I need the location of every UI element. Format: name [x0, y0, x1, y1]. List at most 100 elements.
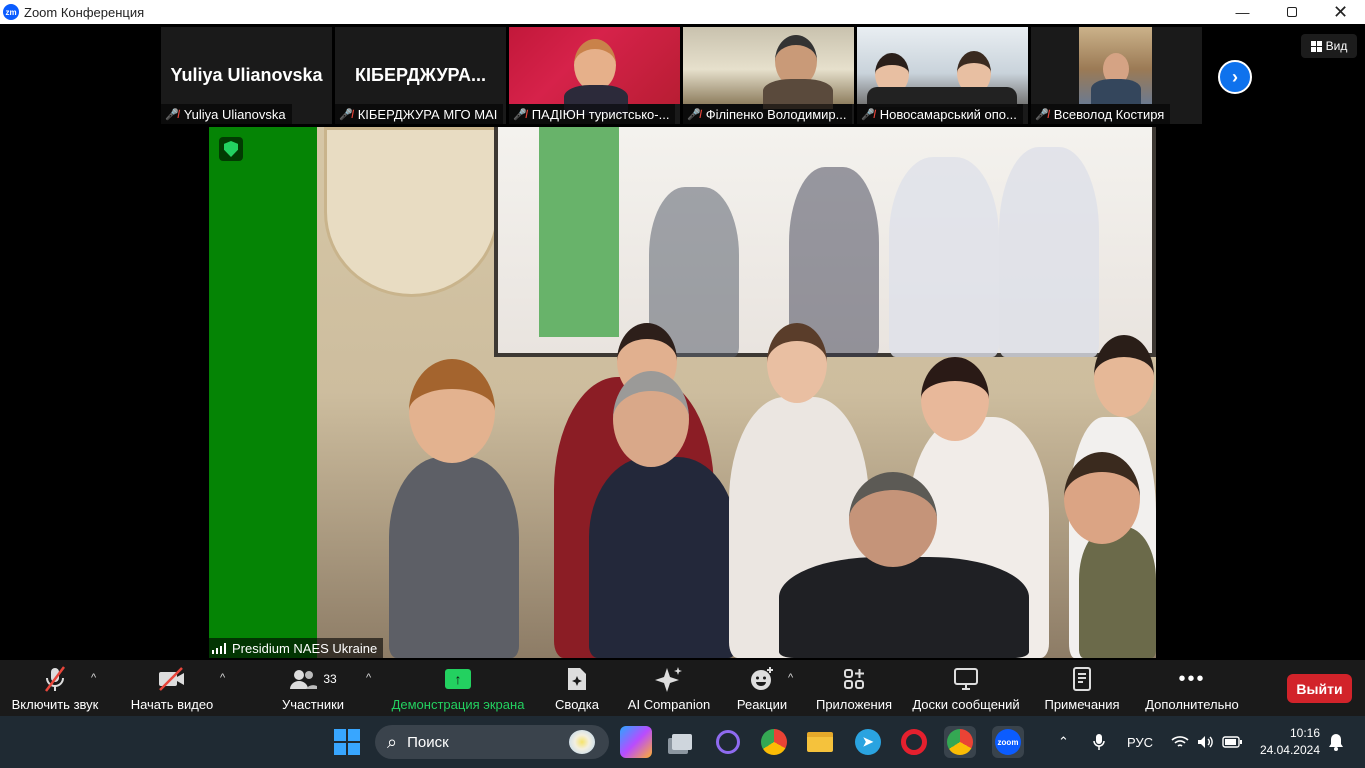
mic-muted-icon: 🎤̸	[861, 108, 875, 121]
microphone-tray-icon[interactable]	[1092, 716, 1106, 768]
summary-label: Сводка	[555, 697, 599, 712]
search-placeholder: Поиск	[407, 733, 449, 751]
notes-label: Примечания	[1044, 697, 1120, 712]
taskbar-search[interactable]: ⌕ Поиск	[375, 725, 609, 759]
reactions-label: Реакции	[736, 697, 788, 712]
participant-big-name: КІБЕРДЖУРА...	[355, 65, 486, 85]
reactions-button[interactable]: Реакции	[734, 660, 790, 716]
participant-tile[interactable]: 🎤̸ ПАДІЮН туристсько-...	[509, 27, 680, 124]
person-head	[613, 371, 689, 467]
speaker-caption: Presidium NAES Ukraine	[209, 638, 384, 658]
green-background	[209, 127, 317, 658]
participant-name: Новосамарський опо...	[879, 106, 1017, 122]
search-icon: ⌕	[387, 731, 398, 752]
more-button[interactable]: ••• Дополнительно	[1140, 660, 1244, 716]
file-explorer-icon[interactable]	[804, 726, 836, 758]
view-button[interactable]: Вид	[1301, 34, 1357, 58]
whiteboards-button[interactable]: Доски сообщений	[908, 660, 1024, 716]
participant-name: Філіпенко Володимир...	[705, 106, 847, 122]
volume-icon[interactable]	[1197, 716, 1215, 768]
start-button[interactable]	[334, 729, 360, 755]
close-icon: ✕	[1332, 1, 1349, 22]
grid-icon	[1310, 40, 1322, 52]
participant-tile[interactable]: 🎤̸ Новосамарський опо...	[857, 27, 1028, 124]
shield-check-icon	[224, 141, 238, 157]
notifications-bell-icon[interactable]	[1328, 716, 1344, 768]
wifi-icon[interactable]	[1171, 716, 1189, 768]
windows-logo-tile	[348, 729, 360, 741]
participant-strip: Yuliya Ulianovska 🎤̸ Yuliya Ulianovska КІ…	[161, 27, 1202, 124]
meeting-stage: Yuliya Ulianovska 🎤̸ Yuliya Ulianovska КІ…	[0, 24, 1365, 660]
apps-button[interactable]: Приложения	[812, 660, 896, 716]
next-page-button[interactable]: ›	[1218, 60, 1252, 94]
meeting-toolbar: Включить звук ^ Начать видео ^ 33 Участн…	[0, 660, 1365, 716]
tray-overflow-icon[interactable]: ⌃	[1058, 716, 1069, 768]
windows-logo-tile	[348, 743, 360, 755]
start-video-label: Начать видео	[130, 697, 214, 712]
participants-button[interactable]: 33 Участники	[276, 660, 350, 716]
minimize-button[interactable]: —	[1218, 0, 1267, 24]
participant-big-name: Yuliya Ulianovska	[170, 65, 323, 85]
mic-muted-icon: 🎤̸	[687, 108, 701, 121]
system-clock[interactable]: 10:16 24.04.2024	[1254, 725, 1320, 759]
unmute-button[interactable]: Включить звук	[10, 660, 100, 716]
participant-tile[interactable]: Yuliya Ulianovska 🎤̸ Yuliya Ulianovska	[161, 27, 332, 124]
unmute-label: Включить звук	[11, 697, 99, 712]
notes-button[interactable]: Примечания	[1040, 660, 1124, 716]
participant-name: Yuliya Ulianovska	[183, 106, 286, 122]
speaker-name: Presidium NAES Ukraine	[232, 640, 378, 656]
main-speaker-video[interactable]: Presidium NAES Ukraine	[209, 127, 1156, 658]
search-highlight-icon	[569, 730, 595, 754]
copilot-icon[interactable]	[620, 726, 652, 758]
summary-button[interactable]: Сводка	[550, 660, 604, 716]
chrome-profile-icon[interactable]	[944, 726, 976, 758]
start-video-button[interactable]: Начать видео	[128, 660, 216, 716]
person-head	[409, 359, 495, 463]
participants-options-caret[interactable]: ^	[366, 672, 371, 684]
participant-name: ПАДІЮН туристсько-...	[531, 106, 670, 122]
encryption-badge[interactable]	[219, 137, 243, 161]
close-button[interactable]: ✕	[1316, 0, 1365, 24]
viber-icon[interactable]	[712, 726, 744, 758]
person-head	[921, 357, 989, 441]
chrome-icon[interactable]	[758, 726, 790, 758]
signal-bars-icon	[212, 642, 226, 654]
window-title-bar: zm Zoom Конференция — ✕	[0, 0, 1365, 24]
telegram-icon[interactable]: ➤	[852, 726, 884, 758]
ai-companion-button[interactable]: AI Companion	[624, 660, 714, 716]
summary-icon	[566, 665, 588, 693]
participant-name: Всеволод Костиря	[1053, 106, 1165, 122]
windows-logo-tile	[334, 743, 346, 755]
participant-name: КІБЕРДЖУРА МГО МАІ	[357, 106, 498, 122]
leave-button[interactable]: Выйти	[1287, 674, 1352, 703]
reactions-options-caret[interactable]: ^	[788, 672, 793, 684]
participant-tile[interactable]: КІБЕРДЖУРА... 🎤̸ КІБЕРДЖУРА МГО МАІ	[335, 27, 506, 124]
restore-icon	[1286, 7, 1297, 17]
share-screen-icon: ↑	[445, 669, 471, 689]
chevron-right-icon: ›	[1232, 66, 1238, 87]
mic-muted-icon: 🎤̸	[1035, 108, 1049, 121]
participant-tile[interactable]: 🎤̸ Всеволод Костиря	[1031, 27, 1202, 124]
ai-companion-label: AI Companion	[627, 697, 711, 712]
participants-icon	[290, 670, 318, 689]
restore-button[interactable]	[1267, 0, 1316, 24]
zoom-app-label: zoom	[995, 729, 1021, 755]
person-grey-jacket	[389, 457, 519, 658]
share-screen-button[interactable]: ↑ Демонстрация экрана	[390, 660, 526, 716]
video-off-icon	[157, 665, 187, 693]
apps-icon	[842, 665, 866, 693]
notes-icon	[1071, 665, 1093, 693]
windows-taskbar: ⌕ Поиск ➤ zoom ⌃ РУС 10:16 24.04.2024	[0, 716, 1365, 768]
battery-icon[interactable]	[1222, 716, 1242, 768]
language-indicator[interactable]: РУС	[1127, 716, 1153, 768]
whiteboard-icon	[953, 665, 979, 693]
audio-options-caret[interactable]: ^	[91, 672, 96, 684]
participant-tile[interactable]: 🎤̸ Філіпенко Володимир...	[683, 27, 854, 124]
opera-icon[interactable]	[898, 726, 930, 758]
zoom-icon[interactable]: zoom	[992, 726, 1024, 758]
video-options-caret[interactable]: ^	[220, 672, 225, 684]
person-back-dark	[779, 557, 1029, 658]
participant-video	[683, 27, 854, 109]
person-head	[1064, 452, 1140, 544]
task-view-icon[interactable]	[666, 726, 698, 758]
